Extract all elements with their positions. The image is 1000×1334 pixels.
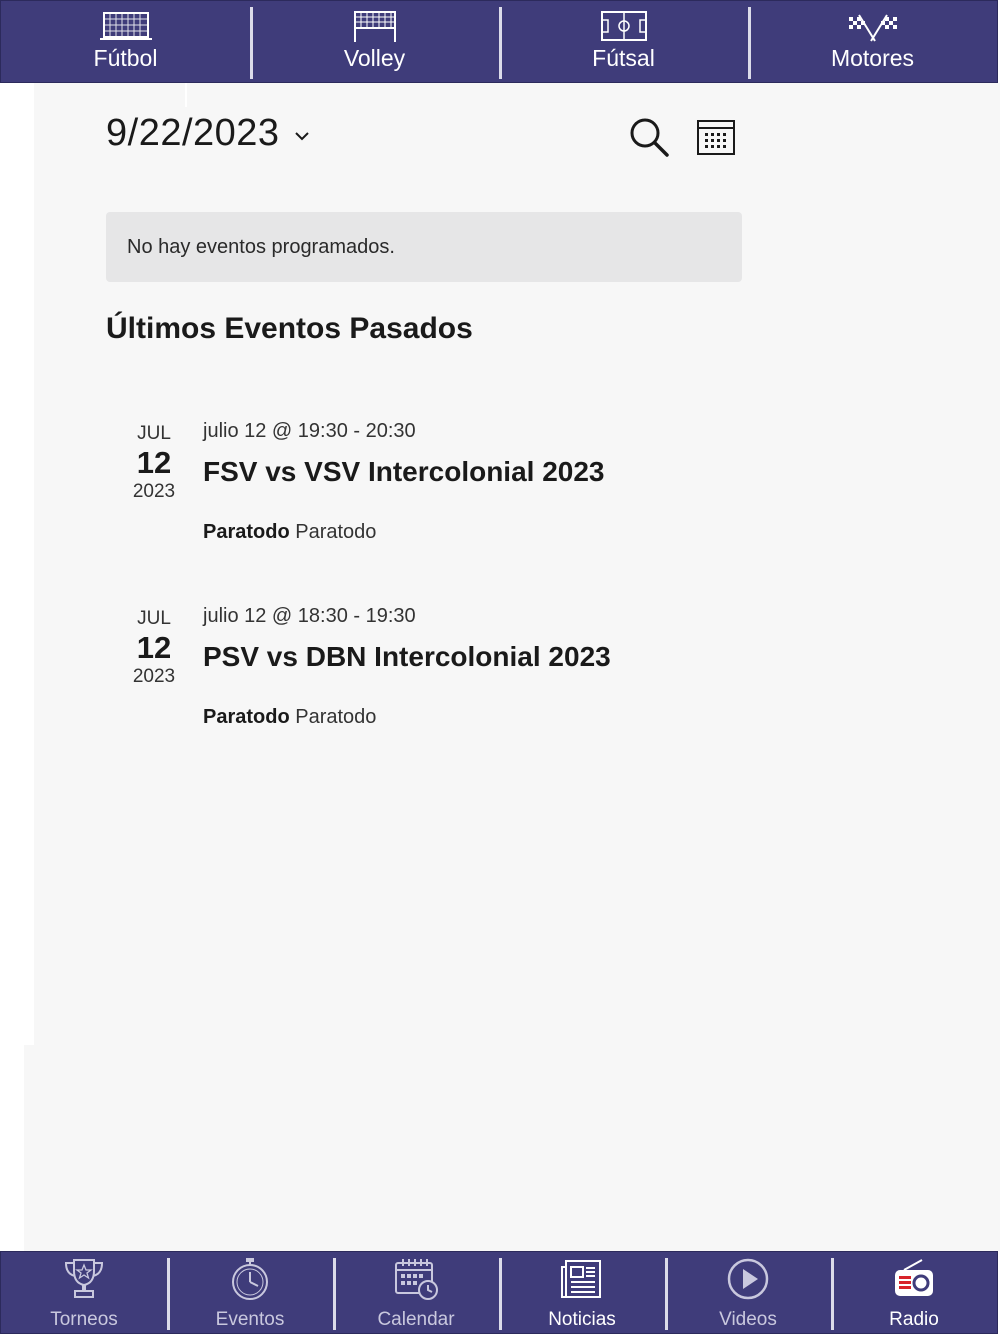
sports-nav: Fútbol Volley Fútsal Motores xyxy=(0,0,998,83)
nav-label: Motores xyxy=(830,45,915,71)
event-title-link[interactable]: FSV vs VSV Intercolonial 2023 xyxy=(203,456,605,488)
tab-eventos[interactable]: Eventos xyxy=(167,1252,333,1333)
event-day: 12 xyxy=(136,445,172,480)
tab-calendar[interactable]: Calendar xyxy=(333,1252,499,1333)
venue-name: Paratodo xyxy=(203,521,290,543)
radio-icon xyxy=(895,1259,933,1296)
event-time: julio 12 @ 19:30 - 20:30 xyxy=(203,420,416,442)
date-picker[interactable]: 9/22/2023 xyxy=(106,112,312,155)
tab-label: Eventos xyxy=(215,1309,285,1330)
search-icon[interactable] xyxy=(628,116,670,158)
event-item: JUL 12 2023 julio 12 @ 19:30 - 20:30 FSV… xyxy=(106,416,746,566)
divider xyxy=(185,83,187,107)
nav-item-futsal[interactable]: Fútsal xyxy=(499,1,748,82)
tab-radio[interactable]: Radio xyxy=(831,1252,997,1333)
bottom-tab-bar: Torneos Eventos Calendar Noticias Videos… xyxy=(0,1251,998,1334)
futsal-court-icon xyxy=(600,11,647,41)
event-item: JUL 12 2023 julio 12 @ 18:30 - 19:30 PSV… xyxy=(106,601,746,751)
checkered-flags-icon xyxy=(848,14,897,42)
nav-label: Volley xyxy=(343,45,406,71)
notice-text: No hay eventos programados. xyxy=(127,235,395,258)
tab-label: Torneos xyxy=(50,1309,118,1330)
event-year: 2023 xyxy=(132,481,176,502)
event-month: JUL xyxy=(137,608,171,629)
venue-address: Paratodo xyxy=(295,521,377,543)
tab-label: Videos xyxy=(719,1309,777,1330)
tab-noticias[interactable]: Noticias xyxy=(499,1252,665,1333)
event-date: JUL 12 2023 xyxy=(106,601,202,688)
chevron-down-icon xyxy=(294,131,309,140)
date-value: 9/22/2023 xyxy=(106,112,280,154)
section-title: Últimos Eventos Pasados xyxy=(106,312,473,345)
venue-name: Paratodo xyxy=(203,706,290,728)
event-date: JUL 12 2023 xyxy=(106,416,202,503)
event-venue: Paratodo Paratodo xyxy=(203,521,376,544)
events-panel-lower xyxy=(24,1045,1000,1251)
soccer-goal-icon xyxy=(99,12,152,40)
tab-label: Radio xyxy=(889,1309,939,1330)
venue-address: Paratodo xyxy=(295,706,377,728)
no-events-notice: No hay eventos programados. xyxy=(106,212,742,282)
volleyball-net-icon xyxy=(353,11,396,42)
tab-label: Noticias xyxy=(548,1309,616,1330)
stopwatch-icon xyxy=(232,1258,268,1300)
calendar-grid-icon[interactable] xyxy=(696,117,736,157)
nav-label: Fútsal xyxy=(592,45,655,71)
newspaper-icon xyxy=(561,1260,601,1298)
nav-item-volley[interactable]: Volley xyxy=(250,1,499,82)
tab-label: Calendar xyxy=(377,1309,455,1330)
tab-torneos[interactable]: Torneos xyxy=(1,1252,167,1333)
nav-label: Fútbol xyxy=(93,45,158,71)
calendar-clock-icon xyxy=(395,1259,438,1300)
nav-item-motores[interactable]: Motores xyxy=(748,1,997,82)
event-time: julio 12 @ 18:30 - 19:30 xyxy=(203,605,416,627)
event-day: 12 xyxy=(136,630,172,665)
event-year: 2023 xyxy=(132,666,176,687)
play-icon xyxy=(727,1258,769,1300)
nav-item-futbol[interactable]: Fútbol xyxy=(1,1,250,82)
tab-videos[interactable]: Videos xyxy=(665,1252,831,1333)
event-month: JUL xyxy=(137,423,171,444)
event-title-link[interactable]: PSV vs DBN Intercolonial 2023 xyxy=(203,641,611,673)
trophy-icon xyxy=(64,1259,104,1298)
event-venue: Paratodo Paratodo xyxy=(203,706,376,729)
